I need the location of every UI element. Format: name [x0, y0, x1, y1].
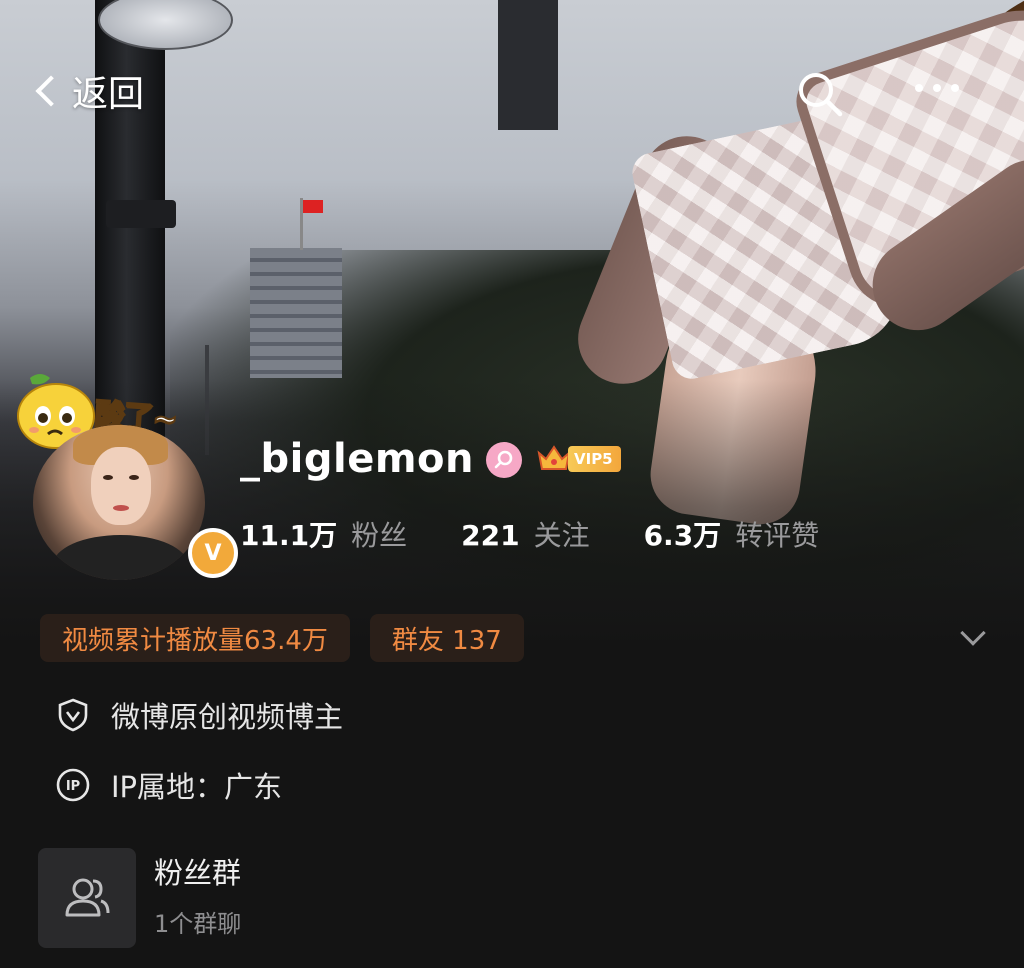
group-friends-chip[interactable]: 群友 137 — [369, 614, 524, 662]
svg-text:IP: IP — [66, 779, 80, 794]
ip-location-text: IP属地：广东 — [111, 770, 283, 804]
crown-icon — [537, 445, 571, 470]
stat-followers[interactable]: 11.1万 粉丝 — [240, 514, 407, 554]
shield-icon — [58, 698, 88, 732]
stat-interactions[interactable]: 6.3万 转评赞 — [644, 514, 820, 554]
info-chips: 视频累计播放量63.4万 群友 137 — [40, 614, 524, 662]
back-chevron-icon — [35, 75, 67, 107]
fan-group-text: 粉丝群 1个群聊 — [154, 850, 241, 939]
username: _biglemon — [240, 436, 474, 482]
profile-stats: 11.1万 粉丝 221 关注 6.3万 转评赞 — [240, 514, 819, 554]
stat-following[interactable]: 221 关注 — [461, 514, 589, 554]
vip-level-tag: VIP5 — [568, 446, 621, 472]
vip-badge[interactable]: VIP5 — [536, 443, 621, 475]
avatar-lips — [113, 505, 129, 511]
back-button[interactable]: 返回 — [32, 66, 144, 116]
ip-icon: IP — [56, 768, 90, 802]
fan-group-subtitle: 1个群聊 — [154, 909, 242, 938]
creator-tag-text: 微博原创视频博主 — [111, 700, 344, 734]
avatar-face — [91, 447, 151, 525]
female-gender-icon — [486, 442, 522, 478]
avatar[interactable] — [33, 425, 205, 580]
stat-interactions-value: 6.3万 — [643, 519, 722, 552]
stat-interactions-label: 转评赞 — [735, 519, 820, 552]
avatar-wrapper[interactable]: V — [33, 425, 238, 580]
vip-level-label: VIP5 — [574, 450, 613, 468]
avatar-eye — [103, 475, 113, 480]
stat-followers-value: 11.1万 — [240, 519, 338, 552]
more-dot — [933, 84, 941, 92]
more-icon[interactable] — [915, 84, 985, 100]
stat-following-value: 221 — [461, 519, 520, 552]
creator-tag-row[interactable]: 微博原创视频博主 — [55, 694, 343, 736]
ip-location-row: IP IP属地：广东 — [55, 764, 282, 806]
cover-lamp-post-ring — [106, 200, 176, 228]
video-plays-chip[interactable]: 视频累计播放量63.4万 — [40, 614, 350, 662]
verified-badge-icon: V — [188, 528, 238, 578]
back-label: 返回 — [72, 74, 145, 115]
stat-following-label: 关注 — [533, 519, 590, 552]
fan-group-title: 粉丝群 — [154, 855, 242, 890]
more-dot — [951, 84, 959, 92]
avatar-outfit — [53, 535, 188, 580]
stat-followers-label: 粉丝 — [351, 519, 408, 552]
fan-group-card[interactable]: 粉丝群 1个群聊 — [38, 848, 241, 948]
avatar-eye — [129, 475, 139, 480]
more-dot — [915, 84, 923, 92]
group-users-icon — [38, 848, 136, 948]
search-icon[interactable] — [794, 68, 846, 120]
